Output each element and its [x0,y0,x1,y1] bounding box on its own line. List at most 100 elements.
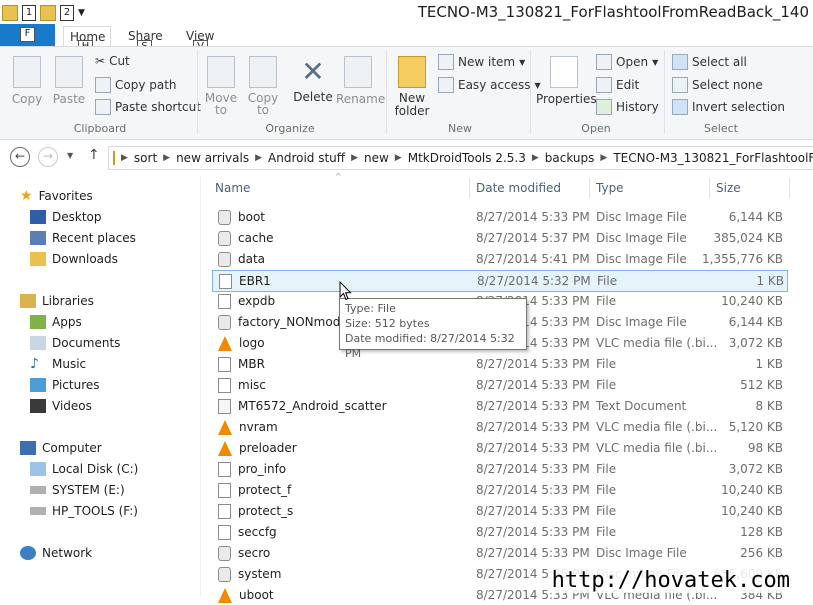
delete-button[interactable]: ✕ Delete [292,56,334,105]
nav-item-pictures[interactable]: Pictures [30,374,100,395]
nav-item-system-drive[interactable]: SYSTEM (E:) [30,479,125,500]
file-row[interactable]: boot 8/27/2014 5:33 PM Disc Image File 6,14… [212,207,786,227]
paste-button[interactable]: Paste [50,56,88,106]
file-row[interactable]: data 8/27/2014 5:41 PM Disc Image File 1,35… [212,249,786,269]
column-header-name[interactable]: Name [215,177,250,199]
move-to-icon [207,56,235,88]
column-header-size[interactable]: Size [716,177,741,199]
breadcrumb-item[interactable]: MtkDroidTools 2.5.3 [404,151,530,165]
file-size: 256 KB [740,546,783,560]
file-icon [218,377,231,393]
select-none-button[interactable]: Select none [672,77,763,93]
column-header-date[interactable]: Date modified [476,177,561,199]
file-size: 10,240 KB [721,504,783,518]
nav-item-recent-places[interactable]: Recent places [30,227,136,248]
copy-path-button[interactable]: Copy path [95,77,177,93]
new-group-label: New [448,122,472,135]
file-row[interactable]: nvram 8/27/2014 5:33 PM VLC media file (.b… [212,417,786,437]
column-divider[interactable] [709,178,710,198]
file-size: 128 KB [740,525,783,539]
file-type: File [596,378,617,392]
paste-shortcut-button[interactable]: Paste shortcut [95,99,201,115]
properties-icon[interactable] [40,5,56,21]
file-type: File [596,483,617,497]
new-item-button[interactable]: New item ▼ [438,54,525,70]
nav-videos-label: Videos [52,398,92,413]
copy-button[interactable]: Copy [8,56,46,106]
up-button[interactable]: ↑ [88,147,100,163]
nav-item-computer[interactable]: Computer [20,437,102,458]
recent-locations-dropdown[interactable]: ▼ [67,151,73,160]
easy-access-button[interactable]: Easy access ▼ [438,77,541,93]
customize-qat-icon[interactable]: ▼ [78,8,85,18]
nav-item-videos[interactable]: Videos [30,395,92,416]
nav-item-network[interactable]: Network [20,542,92,563]
documents-icon [30,335,46,350]
rename-button[interactable]: Rename [336,56,385,106]
file-row[interactable]: protect_f 8/27/2014 5:33 PM File 10,240 KB [212,480,786,500]
file-row[interactable]: misc 8/27/2014 5:33 PM File 512 KB [212,375,786,395]
ribbon-separator [197,50,198,134]
apps-icon [30,314,46,329]
address-bar[interactable]: ▶ sort ▶ new arrivals ▶ Android stuff ▶ … [108,146,813,170]
file-name: nvram [239,420,278,434]
edit-button[interactable]: Edit [596,77,639,93]
file-date: 8/27/2014 5:33 PM [476,462,590,476]
new-folder-button[interactable]: New folder [392,56,432,118]
file-row[interactable]: cache 8/27/2014 5:37 PM Disc Image File 385… [212,228,786,248]
open-button[interactable]: Open ▼ [596,54,658,70]
file-name: MT6572_Android_scatter [238,399,387,413]
select-all-button[interactable]: Select all [672,54,747,70]
file-row[interactable]: seccfg 8/27/2014 5:33 PM File 128 KB [212,522,786,542]
breadcrumb-item[interactable]: new arrivals [172,151,253,165]
nav-item-music[interactable]: ♪ Music [30,353,86,374]
column-divider[interactable] [589,178,590,198]
file-size: 5,120 KB [728,420,783,434]
paste-shortcut-icon [95,99,111,115]
breadcrumb-separator-icon: ▶ [255,153,263,163]
breadcrumb-item[interactable]: new [360,151,393,165]
breadcrumb-item[interactable]: Android stuff [264,151,349,165]
file-row[interactable]: protect_s 8/27/2014 5:33 PM File 10,240 KB [212,501,786,521]
nav-item-documents[interactable]: Documents [30,332,120,353]
file-date: 8/27/2014 5:33 PM [476,210,590,224]
nav-item-libraries[interactable]: Libraries [20,290,94,311]
file-row[interactable]: pro_info 8/27/2014 5:33 PM File 3,072 KB [212,459,786,479]
nav-item-apps[interactable]: Apps [30,311,82,332]
column-divider[interactable] [789,178,790,198]
column-divider[interactable] [469,178,470,198]
file-row[interactable]: MT6572_Android_scatter 8/27/2014 5:33 PM T… [212,396,786,416]
file-date: 8/27/2014 5:41 PM [476,252,590,266]
edit-icon [596,77,612,93]
breadcrumb-item[interactable]: TECNO-M3_130821_ForFlashtoolFromR [609,151,813,165]
nav-item-favorites[interactable]: ★ Favorites [20,185,93,206]
nav-favorites-label: Favorites [38,188,93,203]
properties-button[interactable]: Properties [536,56,597,106]
folder-icon[interactable] [2,5,18,21]
breadcrumb-item[interactable]: sort [130,151,161,165]
file-row[interactable]: EBR1 8/27/2014 5:32 PM File 1 KB [212,270,788,292]
history-button[interactable]: History [596,99,659,115]
cut-button[interactable]: ✂ Cut [95,54,130,68]
move-to-button[interactable]: Move to [203,56,239,116]
file-name-cell: preloader [212,440,470,456]
breadcrumb-item[interactable]: backups [541,151,599,165]
nav-computer-label: Computer [42,440,102,455]
file-row[interactable]: secro 8/27/2014 5:33 PM Disc Image File 256… [212,543,786,563]
forward-button[interactable]: → [38,147,58,167]
tooltip-date: Date modified: 8/27/2014 5:32 PM [345,332,515,360]
nav-item-local-disk[interactable]: Local Disk (C:) [30,458,138,479]
nav-item-downloads[interactable]: Downloads [30,248,118,269]
invert-selection-button[interactable]: Invert selection [672,99,785,115]
nav-item-desktop[interactable]: Desktop [30,206,102,227]
text-document-icon [218,398,231,414]
music-icon: ♪ [30,355,39,372]
back-button[interactable]: ← [10,147,30,167]
file-row[interactable]: preloader 8/27/2014 5:33 PM VLC media file… [212,438,786,458]
column-header-type[interactable]: Type [596,177,624,199]
paste-icon [55,56,83,88]
file-name-cell: MT6572_Android_scatter [212,398,470,414]
nav-item-hp-tools[interactable]: HP_TOOLS (F:) [30,500,138,521]
copy-to-button[interactable]: Copy to [245,56,281,116]
file-size: 1,355,776 KB [702,252,783,266]
